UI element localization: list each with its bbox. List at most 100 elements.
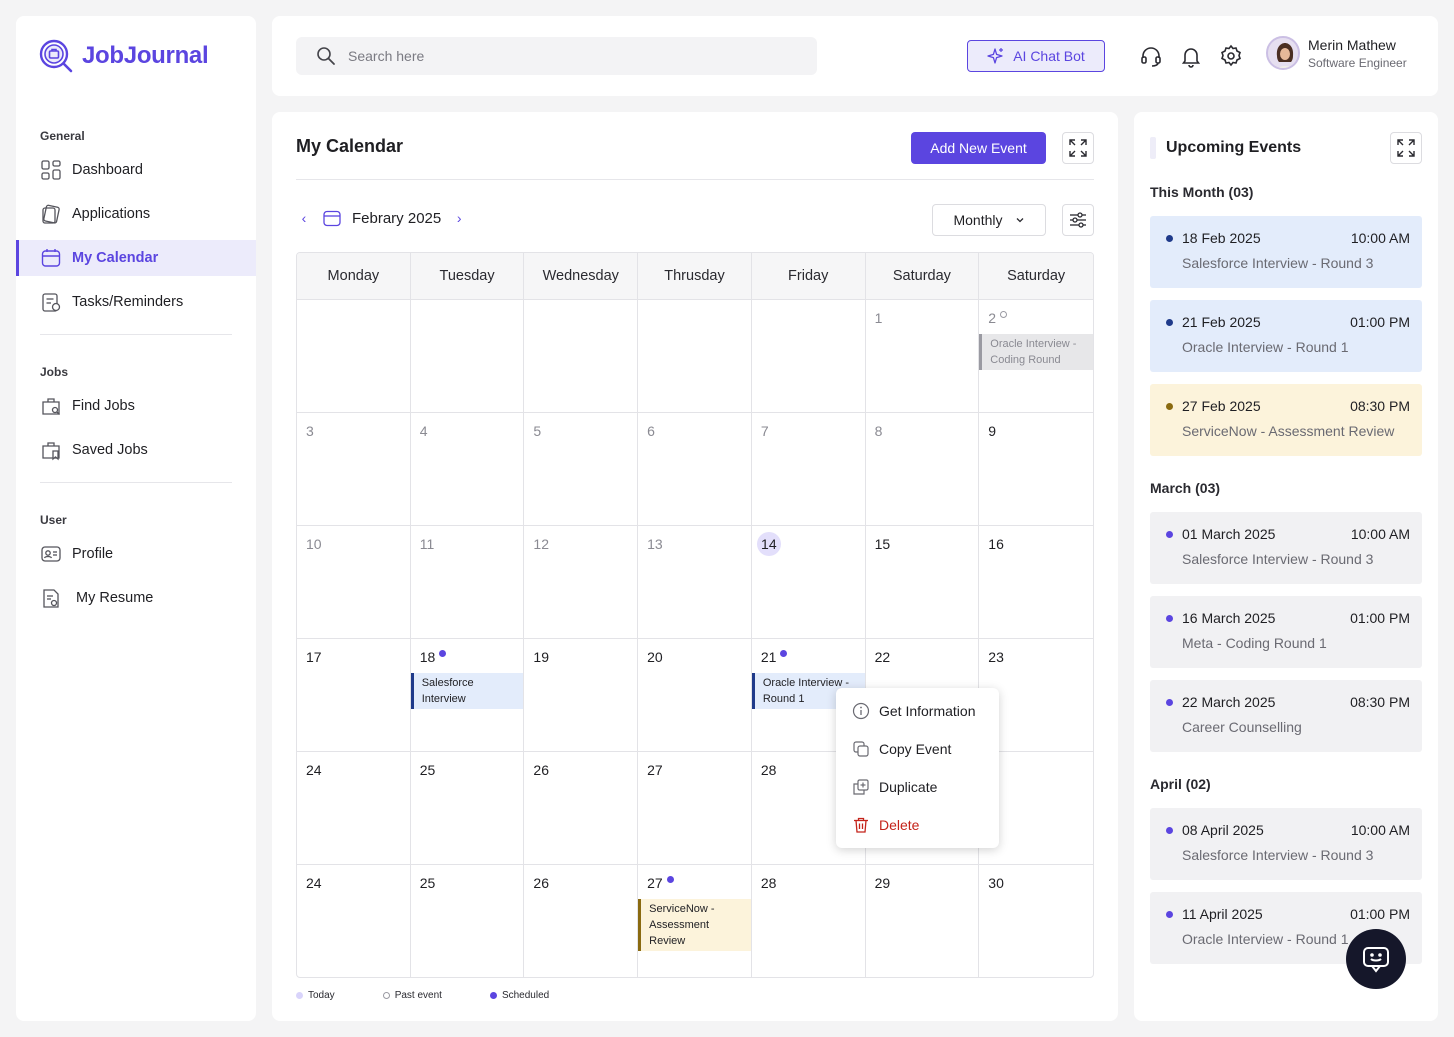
headset-icon[interactable]	[1139, 44, 1163, 68]
day-number: 23	[988, 649, 1004, 665]
calendar-day-cell[interactable]: 29	[866, 865, 980, 977]
calendar-day-cell[interactable]	[751, 300, 866, 413]
calendar-day-cell[interactable]: 2 Oracle Interview - Coding Round	[979, 300, 1093, 413]
sidebar-item-my-calendar[interactable]: My Calendar	[16, 240, 256, 276]
menu-item-copy-event[interactable]: Copy Event	[836, 730, 999, 768]
calendar-day-cell[interactable]: 28	[752, 865, 866, 977]
calendar-day-cell[interactable]: 24	[297, 865, 411, 977]
sidebar-item-my-resume[interactable]: My Resume	[16, 580, 256, 616]
calendar-day-cell[interactable]: 27 ServiceNow - Assessment Review	[638, 865, 752, 977]
legend-item: Scheduled	[489, 990, 549, 1001]
event-title: Salesforce Interview - Round 3	[1182, 255, 1374, 271]
calendar-day-cell[interactable]: 8	[865, 413, 980, 526]
calendar-day-cell[interactable]: 3	[297, 413, 411, 526]
calendar-day-cell[interactable]	[410, 300, 525, 413]
calendar-day-cell[interactable]: 1	[865, 300, 980, 413]
weekday-label: Wednesday	[524, 253, 639, 299]
day-number-text: 14	[761, 536, 777, 552]
calendar-event-chip[interactable]: Oracle Interview - Coding Round	[979, 334, 1093, 370]
upcoming-event-card[interactable]: 01 March 2025 10:00 AM Salesforce Intervie…	[1150, 512, 1422, 584]
calendar-day-cell[interactable]: 12	[524, 526, 639, 639]
sidebar-item-dashboard[interactable]: Dashboard	[16, 152, 256, 188]
user-menu[interactable]: Merin Mathew Software Engineer	[1266, 36, 1407, 70]
sidebar-item-profile[interactable]: Profile	[16, 536, 256, 572]
gear-icon[interactable]	[1219, 44, 1243, 68]
calendar-day-cell[interactable]: 4	[410, 413, 525, 526]
filter-button[interactable]	[1062, 204, 1094, 236]
calendar-day-cell[interactable]	[638, 300, 752, 413]
upcoming-event-card[interactable]: 08 April 2025 10:00 AM Salesforce Intervie…	[1150, 808, 1422, 880]
search-box[interactable]	[296, 37, 817, 75]
expand-upcoming-button[interactable]	[1390, 132, 1422, 164]
expand-calendar-button[interactable]	[1062, 132, 1094, 164]
day-number: 24	[306, 762, 322, 778]
prev-month-button[interactable]: ‹	[296, 210, 312, 226]
sidebar-item-find-jobs[interactable]: Find Jobs	[16, 388, 256, 424]
calendar-day-cell[interactable]: 26	[524, 752, 639, 865]
day-number-text: 8	[874, 423, 883, 439]
sidebar-item-applications[interactable]: Applications	[16, 196, 256, 232]
event-status-dot	[1166, 234, 1173, 242]
menu-item-delete[interactable]: Delete	[836, 806, 999, 844]
view-select[interactable]: Monthly	[932, 204, 1046, 236]
calendar-day-cell[interactable]: 7	[751, 413, 866, 526]
upcoming-event-card[interactable]: 21 Feb 2025 01:00 PM Oracle Interview - Ro…	[1150, 300, 1422, 372]
calendar-day-cell[interactable]	[297, 300, 411, 413]
calendar-day-cell[interactable]: 20	[638, 639, 752, 752]
menu-item-label: Duplicate	[879, 779, 938, 795]
chat-support-button[interactable]	[1346, 929, 1406, 989]
calendar-day-cell[interactable]: 5	[524, 413, 639, 526]
upcoming-event-card[interactable]: 27 Feb 2025 08:30 PM ServiceNow - Assessme…	[1150, 384, 1422, 456]
calendar-day-cell[interactable]: 11	[410, 526, 525, 639]
top-bar: AI Chat Bot Merin Mathew Software Engine…	[272, 16, 1438, 96]
calendar-day-cell[interactable]	[524, 300, 639, 413]
ai-chat-bot-button[interactable]: AI Chat Bot	[967, 40, 1105, 72]
calendar-day-cell[interactable]: 9	[979, 413, 1093, 526]
day-number: 22	[875, 649, 891, 665]
calendar-day-cell[interactable]: 25	[410, 752, 525, 865]
calendar-day-cell[interactable]: 16	[979, 526, 1093, 639]
search-input[interactable]	[348, 48, 788, 64]
calendar-day-cell[interactable]: 10	[297, 526, 411, 639]
calendar-day-cell[interactable]: 15	[865, 526, 980, 639]
next-month-button[interactable]: ›	[451, 210, 467, 226]
day-number-text: 25	[419, 875, 436, 891]
upcoming-event-card[interactable]: 18 Feb 2025 10:00 AM Salesforce Interview …	[1150, 216, 1422, 288]
calendar-day-cell[interactable]: 6	[638, 413, 752, 526]
calendar-day-cell[interactable]: 26	[524, 865, 639, 977]
calendar-day-cell[interactable]: 18 Salesforce Interview	[410, 639, 525, 752]
event-time: 10:00 AM	[1350, 822, 1410, 838]
day-number-text: 2	[988, 310, 997, 326]
event-datetime-row: 08 April 2025 10:00 AM	[1166, 822, 1410, 838]
day-number-text: 26	[533, 762, 549, 778]
sidebar-item-saved-jobs[interactable]: Saved Jobs	[16, 432, 256, 468]
event-date: 16 March 2025	[1182, 610, 1276, 626]
legend-swatch	[382, 992, 390, 999]
calendar-event-chip[interactable]: ServiceNow - Assessment Review	[638, 899, 751, 951]
legend-swatch	[489, 992, 497, 999]
calendar-event-chip[interactable]: Salesforce Interview	[410, 673, 524, 709]
calendar-day-cell[interactable]: 13	[638, 526, 752, 639]
user-name: Merin Mathew	[1308, 36, 1396, 53]
day-number-text: 24	[306, 875, 322, 891]
calendar-day-cell[interactable]: 25	[411, 865, 525, 977]
brand-name: JobJournal	[82, 42, 209, 69]
event-time: 01:00 PM	[1350, 314, 1410, 330]
add-new-event-button[interactable]: Add New Event	[911, 132, 1046, 164]
sidebar-item-label: My Resume	[76, 590, 154, 606]
event-status-dot	[1166, 614, 1173, 622]
calendar-day-cell[interactable]: 19	[524, 639, 639, 752]
calendar-day-cell[interactable]: 27	[638, 752, 752, 865]
sidebar: JobJournal General Dashboard Application…	[16, 16, 256, 1021]
upcoming-event-card[interactable]: 16 March 2025 01:00 PM Meta - Coding Round…	[1150, 596, 1422, 668]
sidebar-item-tasks-reminders[interactable]: Tasks/Reminders	[16, 284, 256, 320]
menu-item-duplicate[interactable]: Duplicate	[836, 768, 999, 806]
upcoming-event-card[interactable]: 22 March 2025 08:30 PM Career Counselling	[1150, 680, 1422, 752]
calendar-day-cell[interactable]: 14	[751, 526, 866, 639]
calendar-day-cell[interactable]: 24	[297, 752, 411, 865]
menu-item-get-information[interactable]: Get Information	[836, 692, 999, 730]
bell-icon[interactable]	[1179, 44, 1203, 68]
calendar-day-cell[interactable]: 17	[297, 639, 411, 752]
calendar-day-cell[interactable]: 30	[979, 865, 1093, 977]
logo[interactable]: JobJournal	[38, 38, 209, 74]
